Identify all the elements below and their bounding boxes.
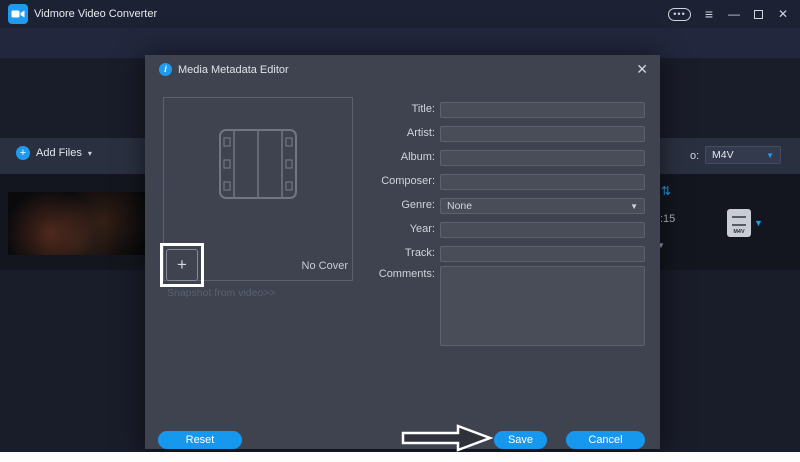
year-label: Year: <box>360 223 435 235</box>
composer-input[interactable] <box>440 174 645 190</box>
filmstrip-icon <box>218 128 298 205</box>
comments-textarea[interactable] <box>440 266 645 346</box>
dialog-close-icon[interactable]: ✕ <box>636 61 648 78</box>
dialog-title: Media Metadata Editor <box>178 64 289 76</box>
composer-label: Composer: <box>360 175 435 187</box>
minimize-icon[interactable]: — <box>725 0 743 28</box>
chevron-down-icon: ▼ <box>766 151 774 160</box>
cancel-button[interactable]: Cancel <box>566 431 645 449</box>
output-format-value: M4V <box>712 149 734 161</box>
video-thumbnail[interactable] <box>8 192 149 255</box>
no-cover-label: No Cover <box>263 260 348 272</box>
convert-to-label: o: <box>690 150 699 162</box>
genre-select[interactable]: None ▼ <box>440 198 645 214</box>
app-title: Vidmore Video Converter <box>34 8 157 20</box>
app-window: Vidmore Video Converter ••• ≡ — ✕ <box>0 0 800 462</box>
bottom-strip <box>0 452 800 462</box>
title-label: Title: <box>360 103 435 115</box>
format-badge-button[interactable]: M4V <box>727 209 751 237</box>
genre-value: None <box>447 200 472 212</box>
file-lines-icon <box>732 216 746 226</box>
add-files-label: Add Files <box>36 147 82 159</box>
artist-input[interactable] <box>440 126 645 142</box>
title-input[interactable] <box>440 102 645 118</box>
feedback-icon[interactable]: ••• <box>668 8 691 21</box>
maximize-icon[interactable] <box>749 0 767 28</box>
album-input[interactable] <box>440 150 645 166</box>
year-input[interactable] <box>440 222 645 238</box>
track-input[interactable] <box>440 246 645 262</box>
comments-label: Comments: <box>360 268 435 280</box>
add-plus-icon: + <box>16 146 30 160</box>
format-badge-label: M4V <box>733 229 744 235</box>
main-toolbar <box>0 28 800 58</box>
reset-button[interactable]: Reset <box>158 431 242 449</box>
chevron-down-icon: ▾ <box>88 149 92 158</box>
maximize-glyph <box>754 10 763 19</box>
swap-icon[interactable]: ⇅ <box>661 184 671 198</box>
duration-text: :15 <box>660 213 675 225</box>
chevron-down-icon: ▼ <box>630 202 638 211</box>
add-cover-button[interactable]: + <box>160 243 204 287</box>
save-button[interactable]: Save <box>494 431 547 449</box>
chevron-down-icon[interactable]: ▼ <box>754 218 763 228</box>
add-files-button[interactable]: + Add Files ▾ <box>16 146 92 160</box>
menu-icon[interactable]: ≡ <box>700 0 718 28</box>
album-label: Album: <box>360 151 435 163</box>
track-label: Track: <box>360 247 435 259</box>
genre-label: Genre: <box>360 199 435 211</box>
media-metadata-editor-dialog: i Media Metadata Editor ✕ <box>145 55 660 449</box>
artist-label: Artist: <box>360 127 435 139</box>
close-window-icon[interactable]: ✕ <box>774 0 792 28</box>
output-format-dropdown[interactable]: M4V ▼ <box>705 146 781 164</box>
plus-icon: + <box>166 249 198 281</box>
titlebar: Vidmore Video Converter ••• ≡ — ✕ <box>0 0 800 28</box>
app-logo-icon <box>8 4 28 24</box>
info-icon: i <box>159 63 172 76</box>
snapshot-from-video-link[interactable]: Snapshot from video>> <box>167 287 276 299</box>
